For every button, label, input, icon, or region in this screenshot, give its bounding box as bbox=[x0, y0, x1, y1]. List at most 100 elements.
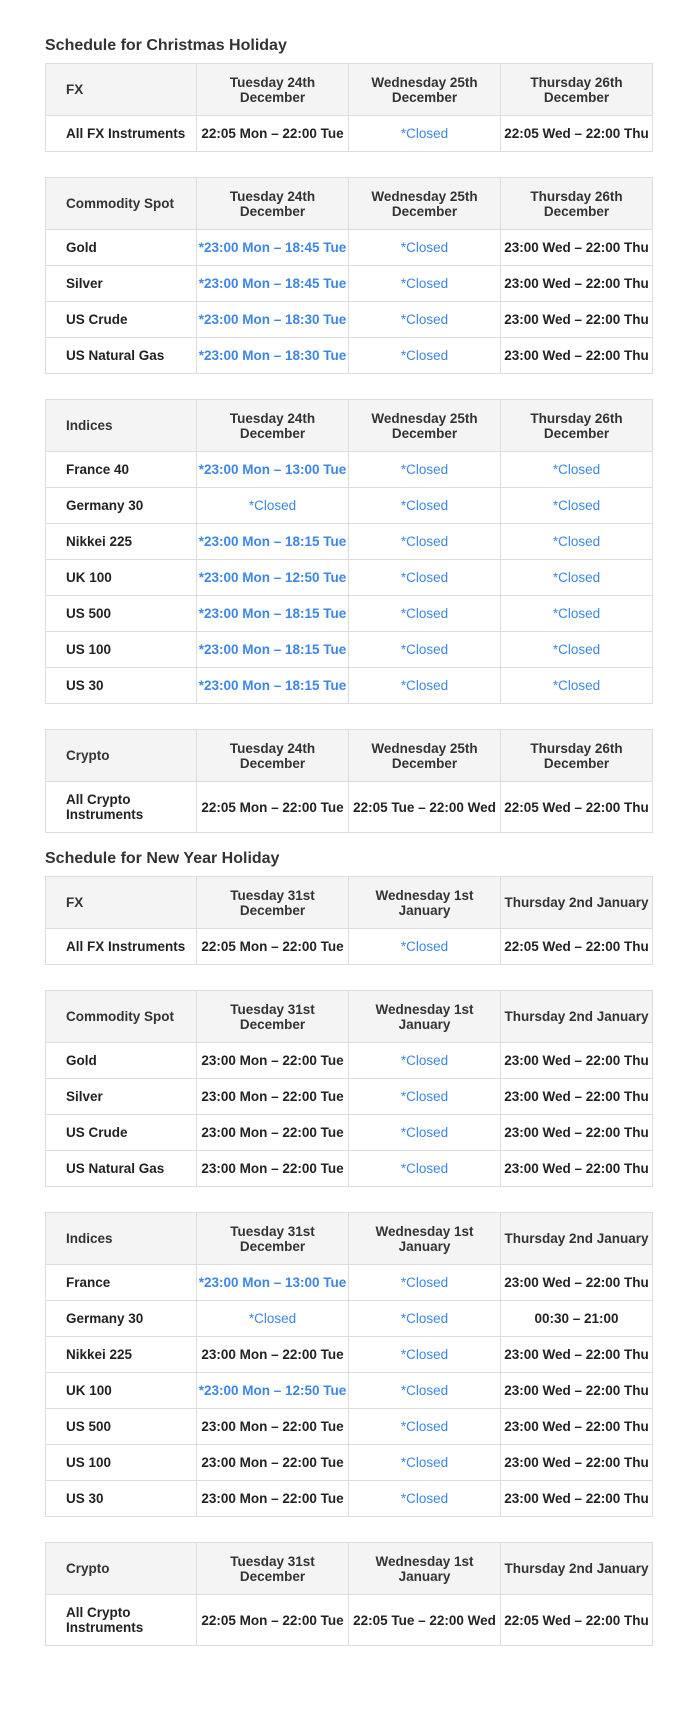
closed-cell: *Closed bbox=[196, 1300, 349, 1337]
trading-hours-cell: 23:00 Mon – 22:00 Tue bbox=[196, 1444, 349, 1481]
day-header: Wednesday 1st January bbox=[348, 1212, 501, 1265]
closed-cell: *Closed bbox=[348, 337, 501, 374]
day-header: Thursday 2nd January bbox=[500, 876, 653, 929]
early-close-hours-cell: *23:00 Mon – 12:50 Tue bbox=[196, 559, 349, 596]
commodity-spot-schedule-table: Commodity Spot Tuesday 31st December Wedne… bbox=[45, 990, 653, 1187]
table-row: Nikkei 225 *23:00 Mon – 18:15 Tue *Closed *… bbox=[45, 523, 653, 560]
table-row: Gold 23:00 Mon – 22:00 Tue *Closed 23:00 We… bbox=[45, 1042, 653, 1079]
early-close-hours-cell: *23:00 Mon – 13:00 Tue bbox=[196, 1264, 349, 1301]
day-header: Thursday 26th December bbox=[500, 177, 653, 230]
closed-cell: *Closed bbox=[348, 1042, 501, 1079]
trading-hours-cell: 22:05 Wed – 22:00 Thu bbox=[500, 928, 653, 965]
early-close-hours-cell: *23:00 Mon – 12:50 Tue bbox=[196, 1372, 349, 1409]
closed-cell: *Closed bbox=[500, 631, 653, 668]
instrument-label: US 30 bbox=[45, 667, 197, 704]
closed-cell: *Closed bbox=[348, 1078, 501, 1115]
indices-schedule-table: Indices Tuesday 24th December Wednesday 25… bbox=[45, 399, 653, 704]
day-header: Tuesday 31st December bbox=[196, 990, 349, 1043]
trading-hours-cell: 23:00 Wed – 22:00 Thu bbox=[500, 265, 653, 302]
table-row: UK 100 *23:00 Mon – 12:50 Tue *Closed 23:00… bbox=[45, 1372, 653, 1409]
trading-hours-cell: 23:00 Wed – 22:00 Thu bbox=[500, 1480, 653, 1517]
fx-schedule-table: FX Tuesday 24th December Wednesday 25th De… bbox=[45, 63, 653, 152]
fx-schedule-table: FX Tuesday 31st December Wednesday 1st Jan… bbox=[45, 876, 653, 965]
instrument-label: France bbox=[45, 1264, 197, 1301]
trading-hours-cell: 23:00 Mon – 22:00 Tue bbox=[196, 1114, 349, 1151]
table-row: US Natural Gas 23:00 Mon – 22:00 Tue *Clos… bbox=[45, 1150, 653, 1187]
instrument-label: Nikkei 225 bbox=[45, 1336, 197, 1373]
trading-hours-cell: 23:00 Mon – 22:00 Tue bbox=[196, 1078, 349, 1115]
closed-cell: *Closed bbox=[348, 1408, 501, 1445]
closed-cell: *Closed bbox=[348, 928, 501, 965]
day-header: Tuesday 24th December bbox=[196, 63, 349, 116]
day-header: Wednesday 25th December bbox=[348, 177, 501, 230]
instrument-label: Germany 30 bbox=[45, 1300, 197, 1337]
category-header: Indices bbox=[45, 399, 197, 452]
instrument-label: Gold bbox=[45, 229, 197, 266]
trading-hours-cell: 22:05 Mon – 22:00 Tue bbox=[196, 115, 349, 152]
day-header: Tuesday 24th December bbox=[196, 399, 349, 452]
instrument-label: Nikkei 225 bbox=[45, 523, 197, 560]
instrument-label: US 500 bbox=[45, 595, 197, 632]
trading-hours-cell: 22:05 Wed – 22:00 Thu bbox=[500, 781, 653, 833]
trading-hours-cell: 23:00 Wed – 22:00 Thu bbox=[500, 1042, 653, 1079]
table-row: US 500 *23:00 Mon – 18:15 Tue *Closed *Clos… bbox=[45, 595, 653, 632]
indices-schedule-table: Indices Tuesday 31st December Wednesday 1s… bbox=[45, 1212, 653, 1517]
day-header: Wednesday 1st January bbox=[348, 990, 501, 1043]
category-header: Crypto bbox=[45, 1542, 197, 1595]
instrument-label: US 100 bbox=[45, 1444, 197, 1481]
trading-hours-cell: 22:05 Tue – 22:00 Wed bbox=[348, 781, 501, 833]
table-row: US 30 *23:00 Mon – 18:15 Tue *Closed *Close… bbox=[45, 667, 653, 704]
closed-cell: *Closed bbox=[500, 595, 653, 632]
trading-hours-cell: 23:00 Mon – 22:00 Tue bbox=[196, 1336, 349, 1373]
day-header: Wednesday 25th December bbox=[348, 729, 501, 782]
early-close-hours-cell: *23:00 Mon – 18:30 Tue bbox=[196, 301, 349, 338]
day-header: Wednesday 1st January bbox=[348, 1542, 501, 1595]
closed-cell: *Closed bbox=[348, 667, 501, 704]
instrument-label: US Natural Gas bbox=[45, 1150, 197, 1187]
table-row: US Natural Gas *23:00 Mon – 18:30 Tue *Clo… bbox=[45, 337, 653, 374]
table-row: All Crypto Instruments 22:05 Mon – 22:00 … bbox=[45, 1594, 653, 1646]
early-close-hours-cell: *23:00 Mon – 18:15 Tue bbox=[196, 523, 349, 560]
table-row: US Crude 23:00 Mon – 22:00 Tue *Closed 23:0… bbox=[45, 1114, 653, 1151]
instrument-label: Gold bbox=[45, 1042, 197, 1079]
trading-hours-cell: 23:00 Mon – 22:00 Tue bbox=[196, 1408, 349, 1445]
table-header-row: FX Tuesday 31st December Wednesday 1st Jan… bbox=[45, 876, 653, 929]
table-row: France *23:00 Mon – 13:00 Tue *Closed 23:00… bbox=[45, 1264, 653, 1301]
closed-cell: *Closed bbox=[348, 451, 501, 488]
day-header: Thursday 26th December bbox=[500, 399, 653, 452]
category-header: Crypto bbox=[45, 729, 197, 782]
trading-hours-cell: 00:30 – 21:00 bbox=[500, 1300, 653, 1337]
day-header: Tuesday 24th December bbox=[196, 177, 349, 230]
table-header-row: Commodity Spot Tuesday 24th December Wedne… bbox=[45, 177, 653, 230]
table-row: US 30 23:00 Mon – 22:00 Tue *Closed 23:00 W… bbox=[45, 1480, 653, 1517]
instrument-label: UK 100 bbox=[45, 559, 197, 596]
category-header: FX bbox=[45, 876, 197, 929]
trading-hours-cell: 23:00 Wed – 22:00 Thu bbox=[500, 1372, 653, 1409]
day-header: Thursday 26th December bbox=[500, 729, 653, 782]
day-header: Tuesday 31st December bbox=[196, 1542, 349, 1595]
table-row: All FX Instruments 22:05 Mon – 22:00 Tue *… bbox=[45, 115, 653, 152]
closed-cell: *Closed bbox=[348, 523, 501, 560]
table-row: US 500 23:00 Mon – 22:00 Tue *Closed 23:00 … bbox=[45, 1408, 653, 1445]
crypto-schedule-table: Crypto Tuesday 24th December Wednesday 25t… bbox=[45, 729, 653, 833]
day-header: Thursday 2nd January bbox=[500, 1212, 653, 1265]
closed-cell: *Closed bbox=[348, 631, 501, 668]
early-close-hours-cell: *23:00 Mon – 13:00 Tue bbox=[196, 451, 349, 488]
instrument-label: US Crude bbox=[45, 1114, 197, 1151]
holiday-schedule-page: Schedule for Christmas Holiday FX Tuesday… bbox=[0, 29, 684, 1646]
instrument-label: US 500 bbox=[45, 1408, 197, 1445]
category-header: Commodity Spot bbox=[45, 177, 197, 230]
table-row: All FX Instruments 22:05 Mon – 22:00 Tue *… bbox=[45, 928, 653, 965]
instrument-label: US Natural Gas bbox=[45, 337, 197, 374]
table-row: US 100 23:00 Mon – 22:00 Tue *Closed 23:00 … bbox=[45, 1444, 653, 1481]
instrument-label: All Crypto Instruments bbox=[45, 1594, 197, 1646]
early-close-hours-cell: *23:00 Mon – 18:15 Tue bbox=[196, 631, 349, 668]
table-header-row: Crypto Tuesday 24th December Wednesday 25t… bbox=[45, 729, 653, 782]
table-header-row: Crypto Tuesday 31st December Wednesday 1st… bbox=[45, 1542, 653, 1595]
day-header: Thursday 26th December bbox=[500, 63, 653, 116]
closed-cell: *Closed bbox=[348, 1114, 501, 1151]
closed-cell: *Closed bbox=[500, 559, 653, 596]
closed-cell: *Closed bbox=[348, 1336, 501, 1373]
table-row: Silver 23:00 Mon – 22:00 Tue *Closed 23:00 … bbox=[45, 1078, 653, 1115]
instrument-label: All FX Instruments bbox=[45, 928, 197, 965]
